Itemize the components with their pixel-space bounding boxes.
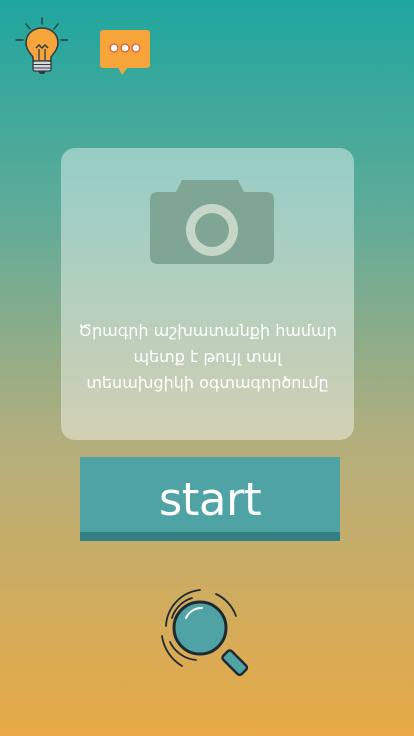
camera-permission-message: Ծրագրի աշխատանքի համար պետք է թույլ տալ … [69, 318, 346, 396]
messages-button[interactable] [100, 30, 150, 76]
message-line-3: տեսախցիկի օգտագործումը [86, 373, 329, 392]
speech-bubble-icon [100, 30, 150, 75]
search-button[interactable] [156, 586, 258, 686]
magnifier-icon [161, 589, 249, 677]
lightbulb-icon [15, 17, 69, 74]
start-button-label: start [158, 472, 262, 526]
lightbulb-button[interactable] [12, 16, 69, 76]
start-button[interactable]: start [80, 457, 340, 541]
message-line-1: Ծրագրի աշխատանքի համար [78, 321, 337, 340]
message-line-2: պետք է թույլ տալ [133, 347, 282, 366]
camera-permission-card: Ծրագրի աշխատանքի համար պետք է թույլ տալ … [61, 148, 354, 440]
camera-icon [150, 180, 274, 264]
